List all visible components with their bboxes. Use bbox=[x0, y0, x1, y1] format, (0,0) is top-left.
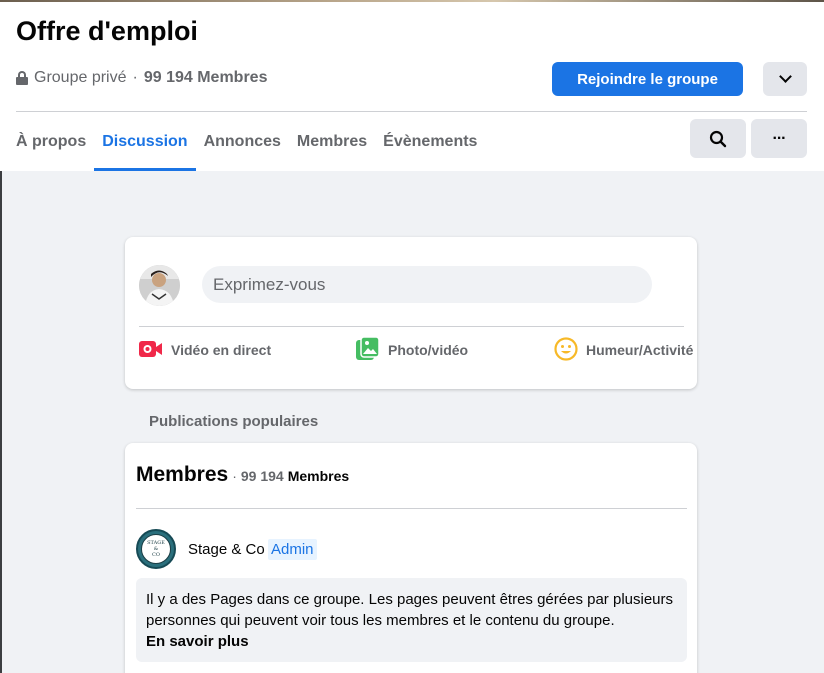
photo-video-button[interactable]: Photo/vidéo bbox=[356, 335, 469, 364]
photo-video-icon bbox=[356, 335, 380, 364]
members-card: Membres · 99 194 Membres STAGE & CO Stage … bbox=[125, 443, 697, 673]
post-composer: Vidéo en direct Photo/vidéo Humeur/Activ… bbox=[125, 237, 697, 389]
member-name-link[interactable]: Stage & Co bbox=[188, 541, 265, 558]
more-actions-button[interactable]: ··· bbox=[751, 119, 807, 158]
members-card-title: Membres · 99 194 Membres bbox=[136, 463, 349, 487]
members-separator: · bbox=[232, 468, 237, 484]
members-heading: Membres bbox=[136, 463, 229, 486]
search-icon bbox=[709, 130, 727, 147]
post-input[interactable] bbox=[202, 266, 652, 303]
admin-badge: Admin bbox=[268, 539, 317, 560]
mood-activity-button[interactable]: Humeur/Activité bbox=[554, 336, 694, 364]
group-meta: Groupe privé · 99 194 Membres bbox=[16, 69, 267, 87]
mood-icon bbox=[554, 336, 578, 364]
tab-membres[interactable]: Membres bbox=[289, 114, 375, 169]
search-button[interactable] bbox=[690, 119, 746, 158]
tab-discussion[interactable]: Discussion bbox=[94, 114, 196, 171]
learn-more-link[interactable]: En savoir plus bbox=[146, 631, 677, 652]
join-group-button[interactable]: Rejoindre le groupe bbox=[552, 62, 743, 96]
group-title: Offre d'emploi bbox=[16, 16, 198, 46]
pages-info-text: Il y a des Pages dans ce groupe. Les pag… bbox=[146, 591, 673, 629]
avatar[interactable] bbox=[139, 265, 180, 306]
lock-icon bbox=[16, 71, 28, 85]
group-tabs: À propos Discussion Annonces Membres Évè… bbox=[0, 114, 485, 171]
mood-activity-label: Humeur/Activité bbox=[586, 342, 694, 358]
meta-separator: · bbox=[132, 69, 138, 86]
photo-video-label: Photo/vidéo bbox=[388, 342, 469, 358]
tab-annonces[interactable]: Annonces bbox=[196, 114, 289, 169]
more-options-dropdown-button[interactable] bbox=[763, 62, 807, 96]
composer-divider bbox=[139, 326, 684, 327]
header-divider bbox=[16, 111, 807, 112]
chevron-down-icon bbox=[778, 70, 792, 83]
members-count: 99 194 bbox=[240, 468, 284, 484]
member-count[interactable]: 99 194 Membres bbox=[144, 69, 268, 87]
live-video-label: Vidéo en direct bbox=[171, 342, 272, 358]
popular-posts-label: Publications populaires bbox=[149, 413, 319, 430]
live-video-icon bbox=[139, 338, 163, 363]
members-card-divider bbox=[136, 508, 687, 509]
window-left-edge bbox=[0, 171, 2, 673]
privacy-label: Groupe privé bbox=[34, 69, 127, 86]
pages-info-box: Il y a des Pages dans ce groupe. Les pag… bbox=[136, 578, 687, 662]
stage-and-co-logo[interactable]: STAGE & CO bbox=[136, 529, 176, 569]
members-count-label: Membres bbox=[287, 468, 350, 484]
tab-a-propos[interactable]: À propos bbox=[0, 114, 94, 169]
live-video-button[interactable]: Vidéo en direct bbox=[139, 337, 271, 363]
tab-evenements[interactable]: Évènements bbox=[375, 114, 485, 169]
